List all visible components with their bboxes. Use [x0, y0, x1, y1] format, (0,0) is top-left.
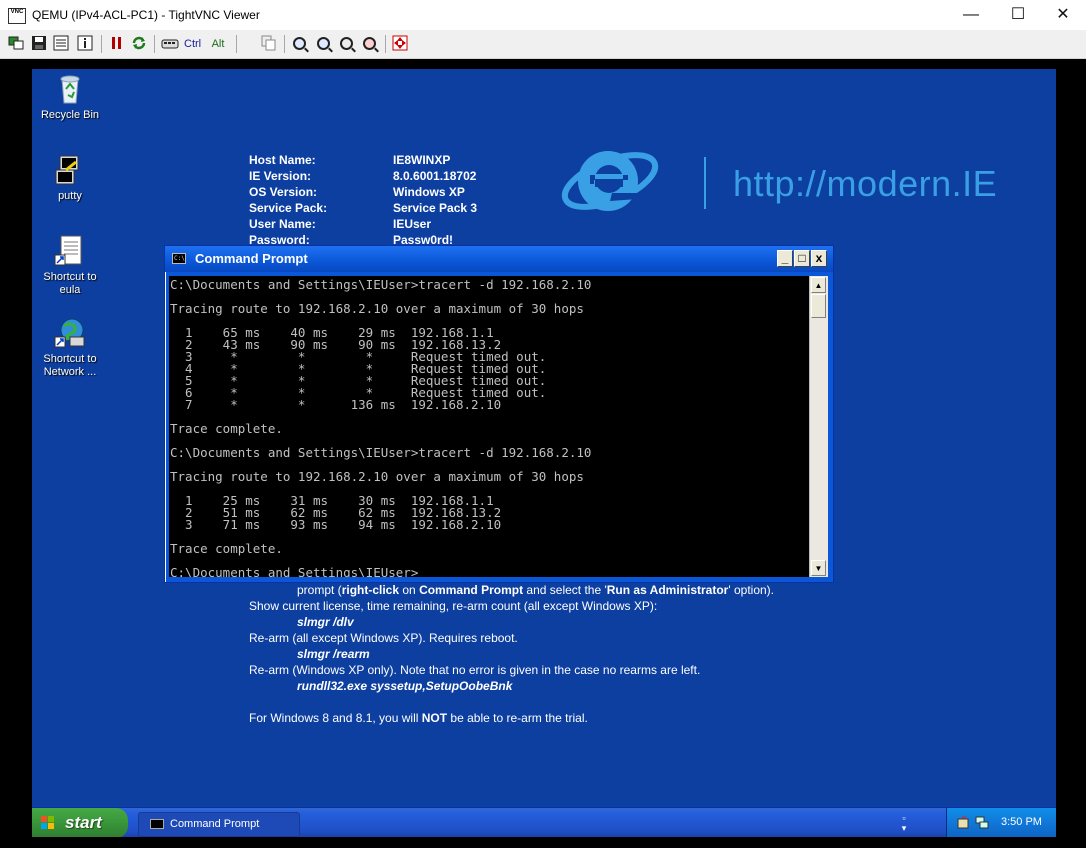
brand-divider — [704, 157, 706, 209]
desktop-icon-label: Recycle Bin — [40, 109, 100, 121]
maximize-button[interactable]: ☐ — [995, 0, 1041, 30]
start-button[interactable]: start — [32, 808, 128, 837]
taskbar-item-label: Command Prompt — [170, 818, 260, 830]
ctrl-key-button[interactable]: Ctrl — [184, 35, 201, 53]
desktop-icon-label: putty — [58, 190, 82, 202]
info-label: Host Name: — [249, 153, 316, 167]
desktop-icon-label: Shortcut to Network ... — [43, 353, 97, 378]
tray-expand-icon[interactable]: ▫ ▾ — [898, 813, 910, 833]
network-icon — [54, 317, 86, 349]
save-icon[interactable] — [31, 35, 47, 53]
tray-app-icon[interactable] — [957, 815, 971, 830]
command-prompt-window[interactable]: C:\ Command Prompt _ □ x C:\Documents an… — [164, 245, 834, 583]
toolbar-separator — [154, 35, 155, 53]
start-label: start — [65, 813, 102, 832]
new-connection-icon[interactable] — [8, 35, 24, 53]
toolbar-separator — [385, 35, 386, 53]
pause-icon[interactable] — [109, 35, 125, 53]
info-label: IE Version: — [249, 169, 312, 183]
info-label: OS Version: — [249, 185, 318, 199]
desktop-icon-putty[interactable]: putty — [32, 154, 108, 203]
help-line-rearm: Re-arm (all except Windows XP). Requires… — [249, 631, 518, 645]
console-text: C:\Documents and Settings\IEUser>tracert… — [170, 277, 592, 577]
help-line-rearm-xp: Re-arm (Windows XP only). Note that no e… — [249, 663, 701, 677]
help-command-rundll: rundll32.exe syssetup,SetupOobeBnk — [297, 679, 513, 693]
close-button[interactable]: ✕ — [1040, 0, 1086, 30]
taskbar-item-command-prompt[interactable]: Command Prompt — [138, 812, 300, 837]
zoom-in-icon[interactable] — [291, 35, 307, 53]
recycle-bin-icon — [54, 73, 86, 105]
scroll-thumb[interactable] — [811, 294, 826, 318]
desktop-icon-eula[interactable]: Shortcut to eula — [32, 235, 108, 297]
info-value: IE8WINXP — [393, 153, 451, 167]
internet-explorer-logo-icon — [560, 135, 660, 225]
command-prompt-title: Command Prompt — [195, 251, 308, 266]
help-command-dlv: slmgr /dlv — [297, 615, 354, 629]
help-line-license: Show current license, time remaining, re… — [249, 599, 658, 613]
network-tray-icon[interactable] — [975, 816, 989, 830]
info-value: IEUser — [393, 217, 432, 231]
toolbar-separator — [101, 35, 102, 53]
putty-icon — [54, 154, 86, 186]
send-ctrl-alt-del-icon[interactable] — [161, 35, 179, 53]
help-command-rearm: slmgr /rearm — [297, 647, 370, 661]
info-value: Service Pack 3 — [393, 201, 478, 215]
command-prompt-titlebar[interactable]: C:\ Command Prompt _ □ x — [165, 246, 833, 272]
desktop-icon-label: Shortcut to eula — [43, 271, 97, 296]
windows-flag-icon — [41, 816, 55, 830]
command-prompt-icon: C:\ — [172, 253, 186, 264]
zoom-100-icon[interactable] — [338, 35, 354, 53]
console-scrollbar[interactable]: ▲ ▼ — [809, 276, 828, 577]
desktop-icon-recycle-bin[interactable]: Recycle Bin — [32, 73, 108, 122]
system-tray: 3:50 PM — [946, 808, 1056, 837]
vnc-logo-icon: VNC — [8, 8, 26, 24]
fullscreen-icon[interactable] — [392, 35, 408, 53]
cmd-close-button[interactable]: x — [811, 250, 827, 267]
help-text: prompt (right-click on Command Prompt an… — [249, 582, 774, 726]
copy-icon[interactable] — [261, 35, 277, 53]
help-line-prompt: prompt (right-click on Command Prompt an… — [297, 583, 774, 597]
refresh-icon[interactable] — [131, 35, 147, 53]
toolbar-separator — [284, 35, 285, 53]
info-value: Windows XP — [393, 185, 465, 199]
info-label: Service Pack: — [249, 201, 328, 215]
alt-key-button[interactable]: Alt — [210, 35, 226, 53]
info-label: User Name: — [249, 217, 316, 231]
info-icon[interactable] — [77, 35, 93, 53]
viewer-toolbar: Ctrl Alt — [0, 30, 1086, 59]
console-output[interactable]: C:\Documents and Settings\IEUser>tracert… — [169, 276, 809, 577]
scroll-up-arrow-icon[interactable]: ▲ — [811, 277, 826, 293]
command-prompt-icon — [150, 819, 164, 829]
taskbar: start Command Prompt ▫ ▾ 3:50 PM — [32, 807, 1056, 837]
window-title: QEMU (IPv4-ACL-PC1) - TightVNC Viewer — [32, 8, 260, 22]
toolbar-separator — [236, 35, 237, 53]
modern-ie-url: http://modern.IE — [733, 163, 998, 204]
cmd-maximize-button[interactable]: □ — [794, 250, 810, 267]
taskbar-clock: 3:50 PM — [1001, 816, 1042, 828]
help-line-win8: For Windows 8 and 8.1, you will NOT be a… — [249, 711, 588, 725]
minimize-button[interactable]: — — [948, 0, 994, 30]
document-icon — [54, 235, 86, 267]
desktop-icon-network[interactable]: Shortcut to Network ... — [32, 317, 108, 379]
remote-desktop[interactable]: Recycle Bin putty Shortcut to eula Short… — [32, 69, 1056, 837]
cmd-minimize-button[interactable]: _ — [777, 250, 793, 267]
zoom-out-icon[interactable] — [315, 35, 331, 53]
options-icon[interactable] — [53, 35, 69, 53]
scroll-down-arrow-icon[interactable]: ▼ — [811, 560, 826, 576]
zoom-fit-icon[interactable] — [361, 35, 377, 53]
info-value: 8.0.6001.18702 — [393, 169, 477, 183]
viewer-titlebar: VNC QEMU (IPv4-ACL-PC1) - TightVNC Viewe… — [0, 0, 1086, 31]
help-spacer — [249, 694, 774, 710]
